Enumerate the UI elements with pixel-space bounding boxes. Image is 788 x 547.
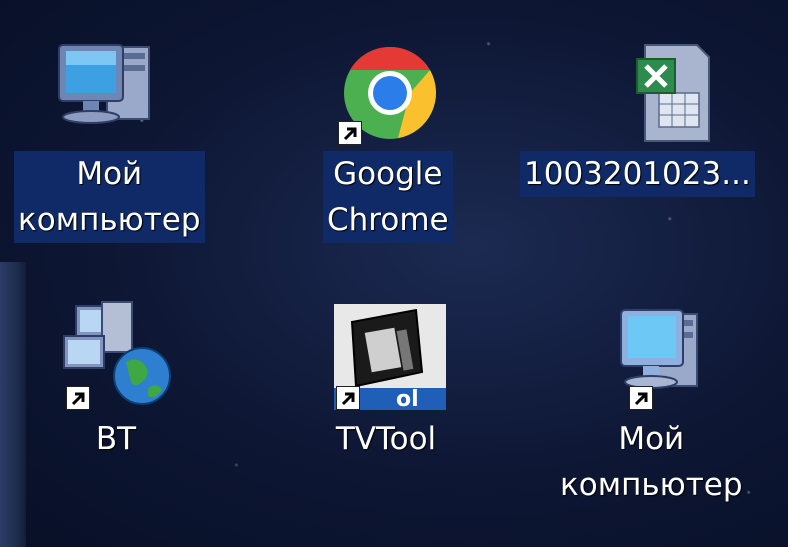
desktop-icon-label: 1003201023... [520, 151, 755, 197]
desktop-icon-tvtool[interactable]: ol TVTool [326, 300, 446, 462]
shortcut-arrow-icon [629, 386, 654, 410]
my-computer-icon [49, 35, 169, 145]
window-edge [0, 262, 26, 547]
my-computer-icon [591, 300, 711, 410]
excel-file-icon [557, 35, 717, 145]
desktop-icon-bt[interactable]: BT [56, 300, 176, 462]
desktop-icon-label: TVTool [335, 421, 437, 457]
desktop-icon-excel-file[interactable]: 1003201023... [520, 35, 755, 197]
chrome-icon [328, 35, 448, 145]
desktop-icon-google-chrome[interactable]: Google Chrome [323, 35, 453, 243]
desktop-icon-label: Мой компьютер [14, 151, 205, 243]
shortcut-arrow-icon [337, 121, 362, 145]
desktop-icon-my-computer-shortcut[interactable]: Мой компьютер [556, 300, 747, 508]
desktop-icon-my-computer[interactable]: Мой компьютер [14, 35, 205, 243]
tvtool-icon: ol [326, 300, 446, 410]
shortcut-arrow-icon [66, 386, 90, 410]
shortcut-arrow-icon [336, 386, 360, 410]
desktop-icon-label: Google Chrome [323, 151, 453, 243]
svg-text:ol: ol [396, 387, 419, 410]
desktop-icon-label: BT [95, 421, 137, 457]
network-globe-icon [56, 300, 176, 410]
desktop-icon-label: Мой компьютер [560, 421, 743, 503]
